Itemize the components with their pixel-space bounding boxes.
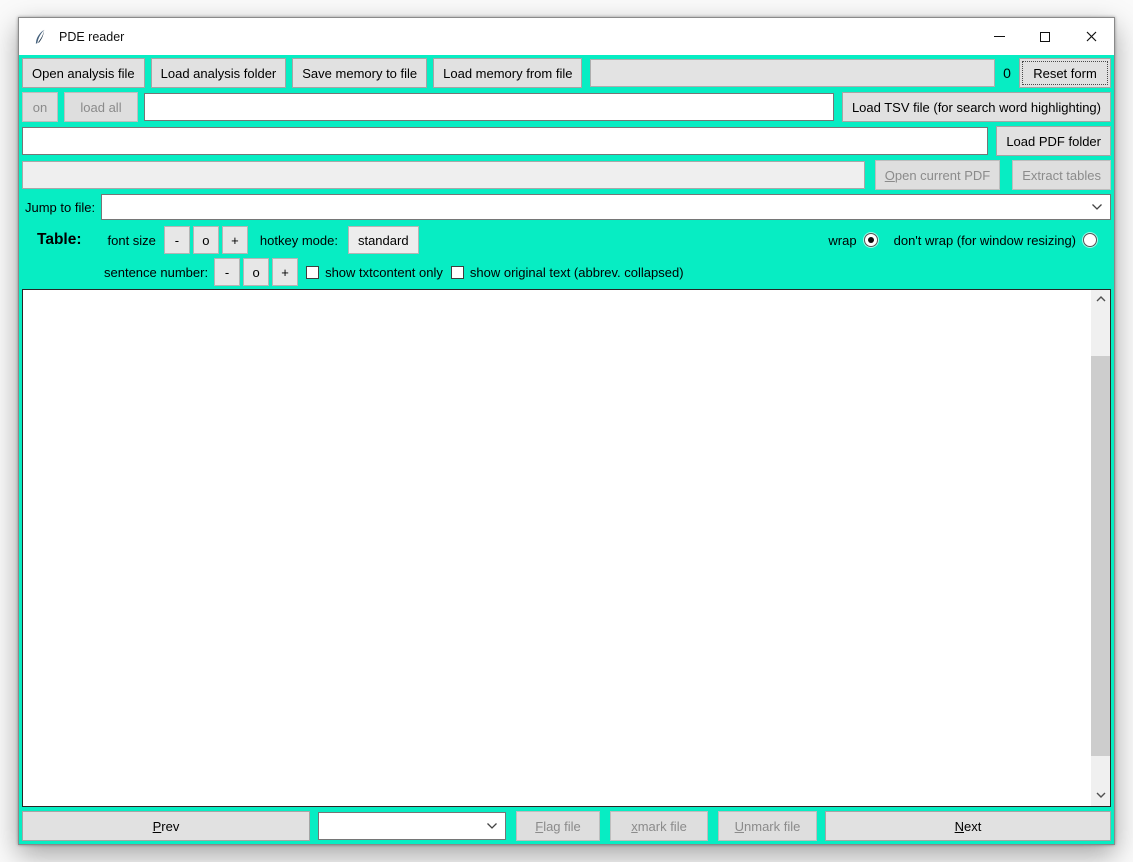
- chevron-down-icon: [1091, 203, 1103, 211]
- button-label-part: nmark file: [744, 819, 800, 834]
- load-memory-from-file-button[interactable]: Load memory from file: [433, 58, 582, 88]
- window-title: PDE reader: [59, 30, 124, 44]
- table-text-area[interactable]: [22, 289, 1111, 807]
- hotkey-mode-label: hotkey mode:: [260, 233, 338, 248]
- sentence-number-increase-button[interactable]: +: [272, 258, 298, 286]
- pdf-folder-entry[interactable]: [22, 127, 988, 155]
- table-section-title: Table:: [37, 231, 82, 249]
- jump-to-file-label: Jump to file:: [25, 200, 95, 215]
- button-label-part: rev: [161, 819, 179, 834]
- table-controls-row: Table: font size - o + hotkey mode: stan…: [22, 224, 1111, 256]
- vertical-scrollbar[interactable]: [1091, 290, 1110, 806]
- show-original-text-label: show original text (abbrev. collapsed): [470, 265, 684, 280]
- toolbar-row-2: on load all Load TSV file (for search wo…: [22, 92, 1111, 122]
- button-label-part: lag file: [543, 819, 581, 834]
- load-analysis-folder-button[interactable]: Load analysis folder: [151, 58, 287, 88]
- main-content: Open analysis file Load analysis folder …: [19, 55, 1114, 844]
- load-tsv-file-button[interactable]: Load TSV file (for search word highlight…: [842, 92, 1111, 122]
- sentence-controls-row: sentence number: - o + show txtcontent o…: [22, 258, 1111, 286]
- button-hotkey-letter: O: [885, 168, 895, 183]
- search-word-entry[interactable]: [144, 93, 834, 121]
- window-controls: [976, 18, 1114, 55]
- maximize-icon: [1040, 32, 1050, 42]
- font-size-decrease-button[interactable]: -: [164, 226, 190, 254]
- file-select-combobox[interactable]: [318, 812, 506, 840]
- sentence-number-decrease-button[interactable]: -: [214, 258, 240, 286]
- toolbar-row-3: Load PDF folder: [22, 126, 1111, 156]
- close-icon: [1086, 31, 1097, 42]
- minimize-button[interactable]: [976, 18, 1022, 55]
- wrap-radio[interactable]: wrap: [828, 233, 877, 248]
- chevron-down-icon: [1096, 792, 1106, 798]
- bottom-bar: Prev Flag file x mark file Unmark file: [22, 811, 1111, 841]
- memory-status-entry[interactable]: [590, 59, 995, 87]
- button-label-part: mark file: [638, 819, 687, 834]
- wrap-radio-label: wrap: [828, 233, 856, 248]
- jump-row: Jump to file:: [22, 194, 1111, 220]
- scrollbar-thumb[interactable]: [1091, 356, 1110, 756]
- toolbar-row-4: Open current PDF Extract tables: [22, 160, 1111, 190]
- load-pdf-folder-button[interactable]: Load PDF folder: [996, 126, 1111, 156]
- toolbar-row-1: Open analysis file Load analysis folder …: [22, 58, 1111, 88]
- unmark-file-button[interactable]: Unmark file: [718, 811, 817, 841]
- button-label-part: pen current PDF: [895, 168, 990, 183]
- open-current-pdf-button[interactable]: Open current PDF: [875, 160, 1001, 190]
- chevron-up-icon: [1096, 296, 1106, 302]
- scroll-up-button[interactable]: [1091, 290, 1110, 307]
- dont-wrap-radio-label: don't wrap (for window resizing): [894, 233, 1076, 248]
- show-txtcontent-checkbox[interactable]: show txtcontent only: [306, 265, 443, 280]
- save-memory-to-file-button[interactable]: Save memory to file: [292, 58, 427, 88]
- font-size-increase-button[interactable]: +: [222, 226, 248, 254]
- radio-unselected-icon: [1083, 233, 1097, 247]
- sentence-number-label: sentence number:: [104, 265, 208, 280]
- radio-selected-icon: [864, 233, 878, 247]
- next-button[interactable]: Next: [825, 811, 1111, 841]
- show-txtcontent-label: show txtcontent only: [325, 265, 443, 280]
- font-size-label: font size: [108, 233, 156, 248]
- button-label-part: ext: [964, 819, 981, 834]
- button-hotkey-letter: F: [535, 819, 543, 834]
- prev-button[interactable]: Prev: [22, 811, 310, 841]
- app-feather-icon: [33, 29, 49, 45]
- checkbox-icon: [306, 266, 319, 279]
- flag-file-button[interactable]: Flag file: [516, 811, 600, 841]
- hotkey-mode-button[interactable]: standard: [348, 226, 419, 254]
- current-pdf-entry[interactable]: [22, 161, 865, 189]
- extract-tables-button[interactable]: Extract tables: [1012, 160, 1111, 190]
- button-hotkey-letter: N: [955, 819, 964, 834]
- button-hotkey-letter: U: [735, 819, 744, 834]
- text-content[interactable]: [23, 290, 1091, 806]
- app-window: PDE reader Open analysis file Load analy…: [18, 17, 1115, 845]
- close-button[interactable]: [1068, 18, 1114, 55]
- counter-label: 0: [998, 65, 1016, 81]
- chevron-down-icon: [486, 822, 498, 830]
- minimize-icon: [994, 36, 1005, 37]
- checkbox-icon: [451, 266, 464, 279]
- load-all-button[interactable]: load all: [64, 92, 138, 122]
- jump-to-file-combobox[interactable]: [101, 194, 1111, 220]
- on-button[interactable]: on: [22, 92, 58, 122]
- sentence-number-reset-button[interactable]: o: [243, 258, 269, 286]
- scroll-down-button[interactable]: [1091, 786, 1110, 803]
- font-size-reset-button[interactable]: o: [193, 226, 219, 254]
- titlebar: PDE reader: [19, 18, 1114, 55]
- show-original-text-checkbox[interactable]: show original text (abbrev. collapsed): [451, 265, 684, 280]
- reset-form-button[interactable]: Reset form: [1019, 58, 1111, 88]
- button-hotkey-letter: P: [153, 819, 162, 834]
- maximize-button[interactable]: [1022, 18, 1068, 55]
- x-mark-file-button[interactable]: x mark file: [610, 811, 708, 841]
- dont-wrap-radio[interactable]: don't wrap (for window resizing): [894, 233, 1097, 248]
- open-analysis-file-button[interactable]: Open analysis file: [22, 58, 145, 88]
